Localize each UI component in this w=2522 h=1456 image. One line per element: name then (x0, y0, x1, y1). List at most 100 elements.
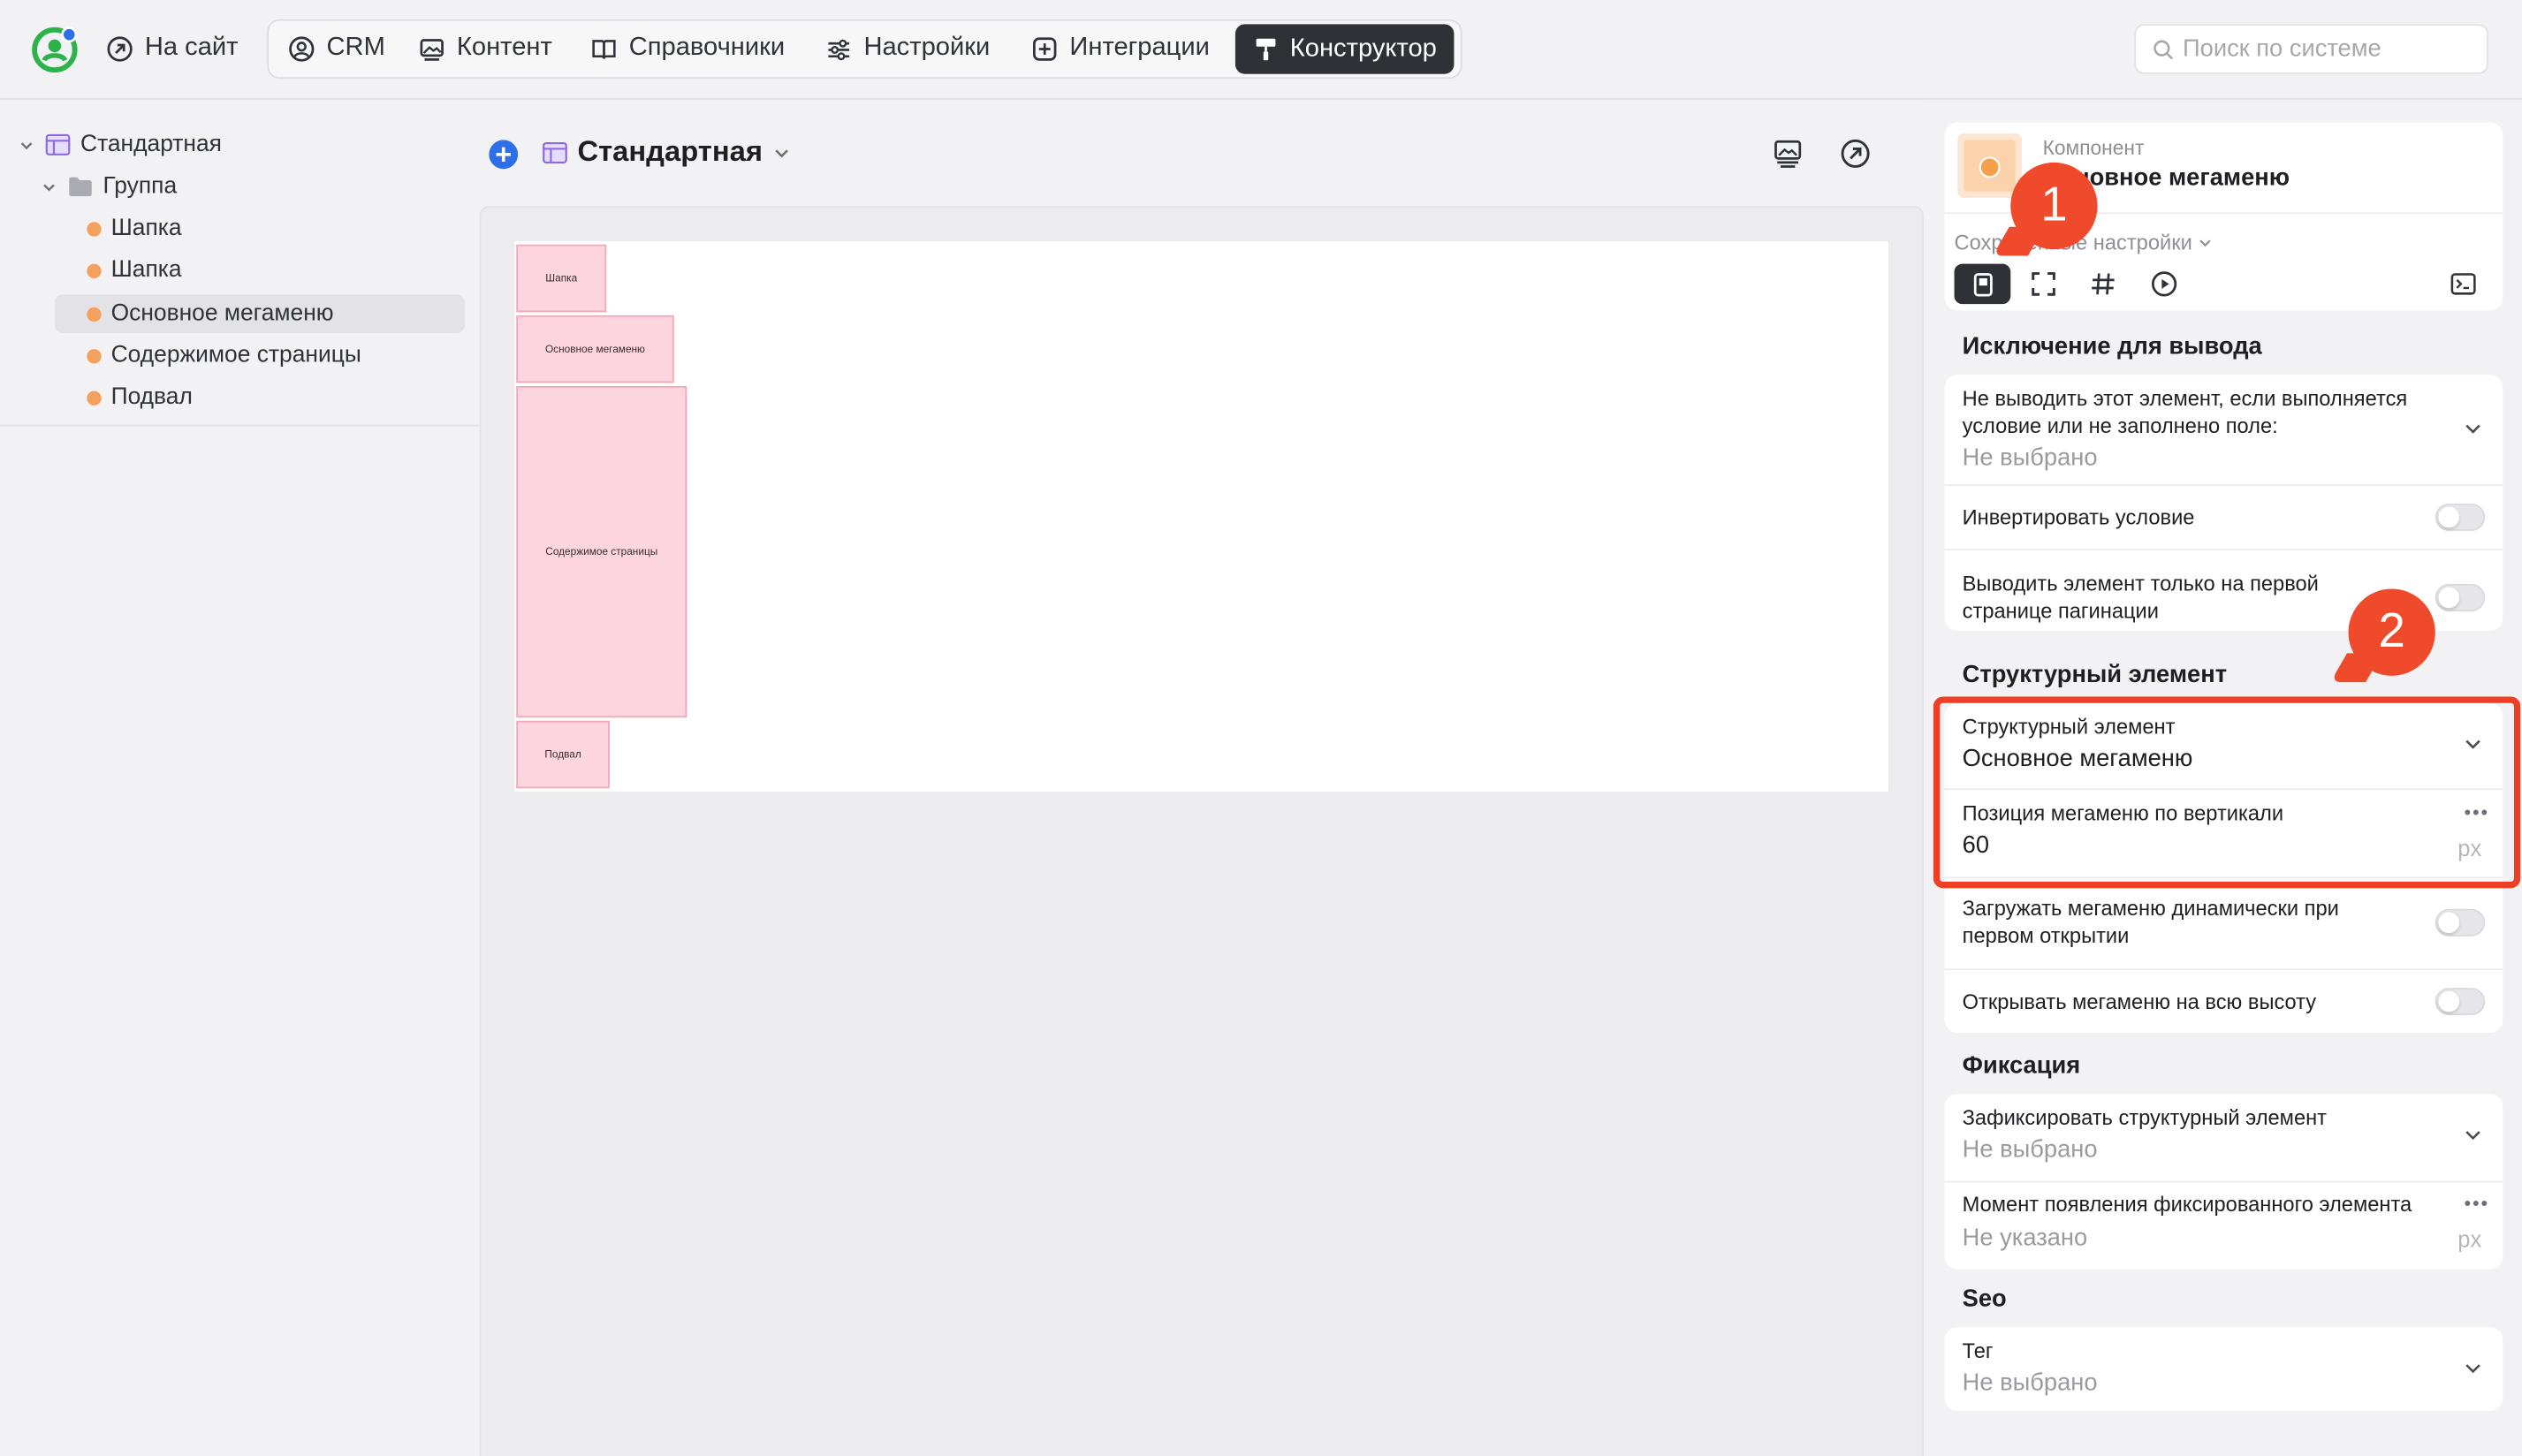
search-input[interactable] (2183, 35, 2473, 64)
chevron-down-icon[interactable] (41, 178, 58, 195)
canvas-block-label: Подвал (544, 748, 581, 761)
exclusion-condition-label-2: условие или не заполнено поле: (1962, 413, 2278, 438)
section-title-exclusion: Исключение для вывода (1962, 332, 2262, 360)
canvas-block-megamenu[interactable]: Основное мегаменю (516, 315, 674, 383)
tree-item-megamenu[interactable]: Основное мегаменю (54, 294, 466, 333)
tab-code[interactable] (2442, 264, 2483, 305)
global-search[interactable] (2134, 24, 2488, 74)
nav-settings-label: Настройки (863, 34, 991, 62)
add-block-button[interactable] (488, 139, 520, 171)
first-page-only-toggle[interactable] (2435, 584, 2486, 611)
folder-icon (67, 175, 93, 197)
megamenu-position-input[interactable]: 60 (1963, 831, 1989, 859)
structural-element-select[interactable]: Основное мегаменю (1963, 745, 2193, 772)
tab-animation[interactable] (2143, 264, 2184, 305)
canvas-block-header[interactable]: Шапка (516, 244, 607, 313)
dynamic-load-label-1: Загружать мегаменю динамически при (1962, 896, 2339, 921)
tree-item-footer[interactable]: Подвал (87, 378, 193, 417)
chevron-down-icon (772, 142, 792, 162)
play-circle-icon (2150, 270, 2177, 298)
first-page-label-1: Выводить элемент только на первой (1962, 571, 2319, 595)
divider (1944, 484, 2503, 486)
nav-settings[interactable]: Настройки (825, 22, 990, 73)
plus-square-icon (1031, 34, 1059, 62)
moment-unit: px (2457, 1225, 2482, 1252)
section-title-fixation: Фиксация (1962, 1051, 2081, 1080)
app-window: На сайт CRM Контент Справочники Настройк… (0, 0, 2522, 1456)
full-height-toggle[interactable] (2435, 988, 2486, 1016)
more-options-icon[interactable]: ••• (2465, 801, 2489, 823)
tree-item-page-content[interactable]: Содержимое страницы (87, 337, 361, 375)
section-title-structural: Структурный элемент (1962, 661, 2228, 689)
dynamic-load-toggle[interactable] (2435, 908, 2486, 937)
page-selector[interactable]: Стандартная (542, 135, 791, 169)
tab-anchors[interactable] (2081, 264, 2123, 305)
nav-crm[interactable]: CRM (288, 22, 385, 73)
fix-element-label: Зафиксировать структурный элемент (1962, 1105, 2328, 1130)
invert-condition-toggle[interactable] (2435, 503, 2486, 531)
nav-references[interactable]: Справочники (590, 22, 785, 73)
tree-item-label: Основное мегаменю (110, 300, 334, 327)
nav-constructor-label: Конструктор (1289, 34, 1437, 63)
search-icon (2152, 38, 2174, 60)
tab-properties[interactable] (1954, 263, 2011, 305)
canvas-block-page-content[interactable]: Содержимое страницы (516, 386, 687, 718)
to-site-link[interactable]: На сайт (106, 22, 239, 73)
megamenu-position-label: Позиция мегаменю по вертикали (1962, 800, 2284, 826)
more-options-icon[interactable]: ••• (2465, 1192, 2489, 1214)
app-logo-icon[interactable] (31, 26, 80, 74)
tree-item-dot (87, 221, 102, 236)
tree-item-dot (87, 262, 102, 278)
tree-item-header-1[interactable]: Шапка (87, 209, 182, 248)
exclusion-condition-select[interactable]: Не выбрано (1963, 444, 2098, 472)
hash-icon (2089, 270, 2116, 298)
chevron-down-icon[interactable] (2463, 1358, 2484, 1379)
open-external-icon[interactable] (1840, 139, 1871, 170)
divider (1944, 548, 2503, 550)
full-height-label: Открывать мегаменю на всю высоту (1962, 989, 2317, 1014)
nav-integrations[interactable]: Интеграции (1031, 22, 1210, 73)
tree-item-label: Шапка (110, 257, 182, 284)
tag-select[interactable]: Не выбрано (1963, 1369, 2098, 1397)
layout-template-icon (45, 133, 71, 155)
preview-image-icon[interactable] (1773, 139, 1804, 170)
component-caption: Компонент (2042, 136, 2145, 160)
chevron-down-icon[interactable] (18, 136, 35, 154)
divider (1944, 788, 2503, 791)
chevron-down-icon[interactable] (2463, 1125, 2484, 1146)
component-thumbnail-icon (1957, 133, 2022, 198)
divider (1944, 968, 2503, 971)
tag-label: Тег (1962, 1338, 1994, 1363)
nav-constructor[interactable]: Конструктор (1234, 24, 1455, 74)
tree-item-dot (87, 306, 102, 322)
fixed-moment-input[interactable]: Не указано (1963, 1225, 2088, 1252)
chevron-down-icon[interactable] (2463, 733, 2484, 755)
nav-crm-label: CRM (326, 34, 385, 62)
canvas-block-footer[interactable]: Подвал (516, 720, 610, 789)
top-bar: На сайт CRM Контент Справочники Настройк… (0, 0, 2522, 100)
tree-root[interactable]: Стандартная (18, 125, 222, 164)
section-title-seo: Seo (1962, 1285, 2007, 1313)
fix-element-select[interactable]: Не выбрано (1963, 1136, 2098, 1164)
tree-divider (0, 424, 480, 427)
exclusion-condition-label-1: Не выводить этот элемент, если выполняет… (1962, 386, 2408, 411)
annotation-badge-2: 2 (2348, 588, 2435, 676)
tab-sizing[interactable] (2022, 264, 2063, 305)
tree-item-header-2[interactable]: Шапка (87, 251, 182, 290)
annotation-number: 1 (2040, 178, 2068, 232)
fullscreen-icon (2029, 270, 2056, 298)
nav-content[interactable]: Контент (418, 22, 552, 73)
canvas-block-label: Содержимое страницы (545, 546, 658, 557)
annotation-number: 2 (2378, 604, 2405, 658)
tree-group-label: Группа (103, 173, 178, 200)
sliders-icon (825, 34, 853, 62)
crm-icon (288, 34, 315, 62)
mobile-panel-icon (1971, 271, 1994, 297)
to-site-label: На сайт (144, 34, 239, 62)
nav-integrations-label: Интеграции (1069, 34, 1210, 62)
tree-group[interactable]: Группа (41, 167, 178, 206)
page-title: Стандартная (577, 134, 763, 168)
structural-element-label: Структурный элемент (1962, 714, 2176, 739)
chevron-down-icon[interactable] (2463, 418, 2484, 439)
fixed-moment-label: Момент появления фиксированного элемента (1962, 1192, 2412, 1217)
